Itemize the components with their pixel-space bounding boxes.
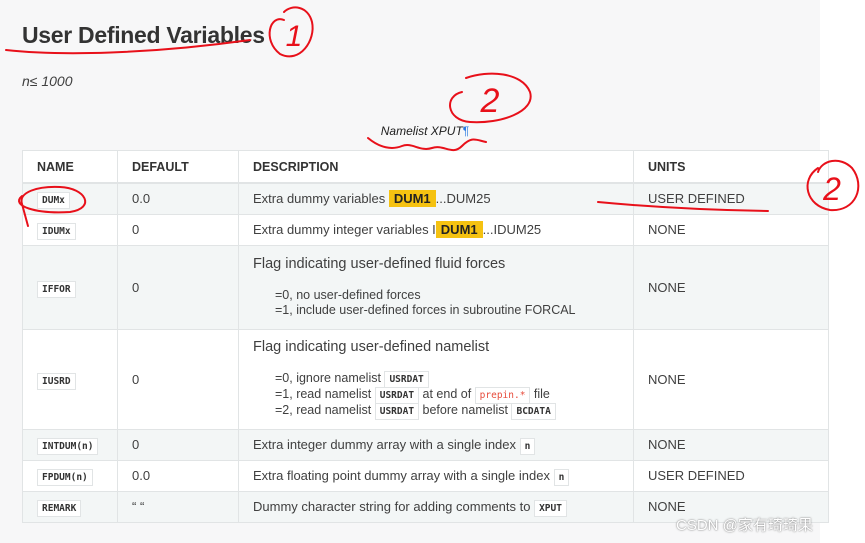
table-row: INTDUM(n) 0 Extra integer dummy array wi… [22, 428, 829, 461]
inline-code: USRDAT [374, 387, 420, 404]
search-highlight: DUM1 [435, 221, 483, 238]
caption-text: Namelist XPUT [380, 124, 463, 138]
desc-line: =0, ignore namelist USRDAT [253, 371, 619, 388]
cell-units: NONE [633, 428, 829, 461]
header-name: NAME [22, 150, 118, 184]
table-row: FPDUM(n) 0.0 Extra floating point dummy … [22, 459, 829, 492]
inline-code: USRDAT [384, 371, 429, 388]
desc-text: ...DUM25 [435, 191, 491, 207]
cell-units: NONE [633, 244, 829, 330]
table-row: IFFOR 0 Flag indicating user-defined flu… [22, 244, 829, 330]
table-row: DUMx 0.0 Extra dummy variables DUM1 ...DU… [22, 182, 829, 215]
cell-default: 0 [117, 244, 239, 330]
inline-code: n [519, 438, 536, 455]
table-row: IDUMx 0 Extra dummy integer variables ID… [22, 213, 829, 246]
variable-name: REMARK [37, 500, 82, 517]
watermark-text: CSDN @家有琦琦果 [676, 517, 813, 534]
cell-units: USER DEFINED [633, 182, 829, 215]
cell-description: Extra integer dummy array with a single … [238, 428, 634, 461]
desc-line: =0, no user-defined forces [275, 288, 421, 302]
header-units: UNITS [633, 150, 829, 184]
cell-units: NONE [633, 328, 829, 430]
cell-description: Dummy character string for adding commen… [238, 490, 634, 523]
page-subtitle: n≤ 1000 [22, 73, 73, 89]
cell-default: 0 [117, 328, 239, 430]
variable-name: IUSRD [37, 372, 76, 390]
desc-text: ...IDUM25 [482, 222, 542, 237]
cell-description: Extra floating point dummy array with a … [238, 459, 634, 492]
pilcrow-link[interactable]: ¶ [463, 124, 469, 138]
page-title: User Defined Variables [22, 22, 265, 48]
desc-line: =2, read namelist USRDAT before namelist… [253, 403, 619, 420]
cell-name: DUMx [22, 182, 118, 215]
inline-code: USRDAT [374, 403, 420, 420]
table-caption: Namelist XPUT¶ [0, 124, 850, 138]
cell-default: 0 [117, 428, 239, 461]
desc-text: Extra dummy integer variables I [253, 222, 436, 237]
header-default: DEFAULT [117, 150, 239, 184]
cell-default: “ “ [117, 490, 239, 523]
variable-name: INTDUM(n) [37, 438, 99, 455]
cell-name: FPDUM(n) [22, 459, 118, 492]
variable-name: DUMx [37, 192, 70, 210]
search-highlight: DUM1 [388, 190, 436, 208]
cell-units: NONE [633, 213, 829, 246]
inline-code: BCDATA [511, 403, 556, 420]
desc-text: Extra dummy variables [253, 191, 389, 207]
cell-default: 0.0 [117, 459, 239, 492]
cell-name: INTDUM(n) [22, 428, 118, 461]
cell-description: Flag indicating user-defined namelist =0… [238, 328, 634, 430]
cell-name: IDUMx [22, 213, 118, 246]
variable-name: FPDUM(n) [37, 469, 93, 486]
cell-description: Flag indicating user-defined fluid force… [238, 244, 634, 330]
variable-name: IFFOR [37, 280, 76, 298]
inline-code: XPUT [534, 500, 567, 517]
cell-default: 0.0 [117, 182, 239, 215]
cell-name: REMARK [22, 490, 118, 523]
desc-heading: Flag indicating user-defined fluid force… [253, 256, 506, 272]
desc-line: =1, read namelist USRDAT at end of prepi… [253, 387, 619, 404]
table-row: IUSRD 0 Flag indicating user-defined nam… [22, 328, 829, 430]
cell-name: IUSRD [22, 328, 118, 430]
cell-default: 0 [117, 213, 239, 246]
header-description: DESCRIPTION [238, 150, 634, 184]
inline-code: n [553, 469, 570, 486]
desc-line: =1, include user-defined forces in subro… [275, 303, 576, 317]
cell-units: USER DEFINED [633, 459, 829, 492]
cell-name: IFFOR [22, 244, 118, 330]
variables-table: NAME DEFAULT DESCRIPTION UNITS DUMx 0.0 … [22, 150, 829, 523]
desc-heading: Flag indicating user-defined namelist [253, 339, 490, 355]
variable-name: IDUMx [37, 223, 76, 240]
cell-description: Extra dummy variables DUM1 ...DUM25 [238, 182, 634, 215]
cell-description: Extra dummy integer variables I DUM1 ...ID… [238, 213, 634, 246]
inline-code: prepin.* [474, 387, 531, 404]
table-header-row: NAME DEFAULT DESCRIPTION UNITS [22, 150, 829, 184]
